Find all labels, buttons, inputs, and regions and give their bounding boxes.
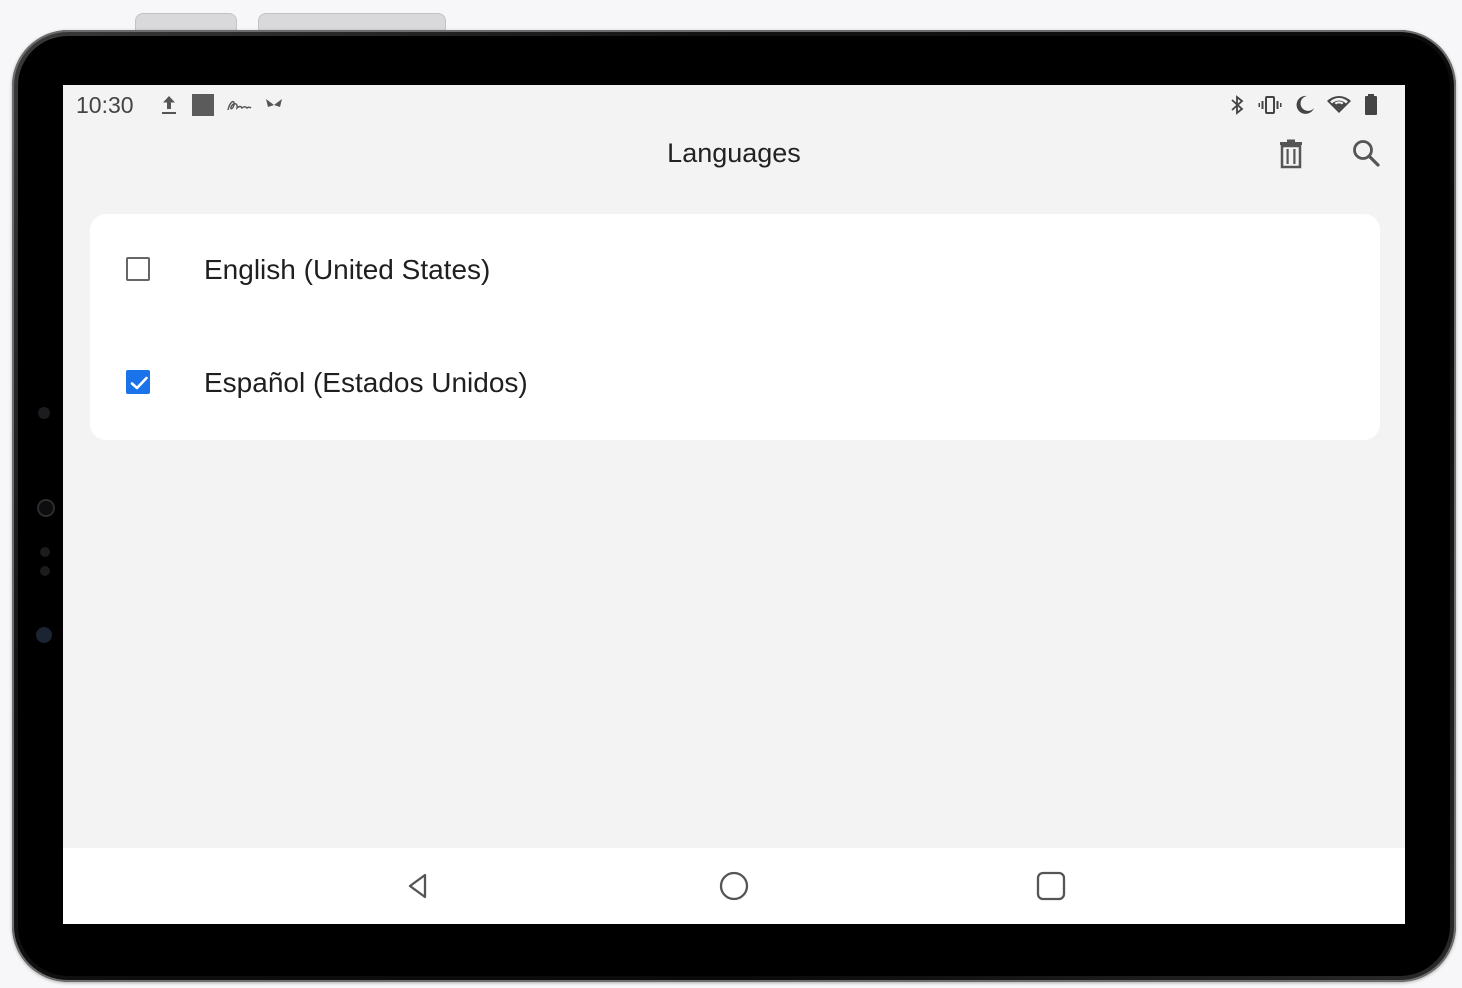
trash-icon[interactable] [1274, 137, 1308, 171]
status-bar: 10:30 [63, 85, 1405, 125]
light-sensor [40, 547, 50, 557]
recents-icon[interactable] [1033, 868, 1069, 904]
camera-sensor [38, 407, 50, 419]
battery-icon [1365, 94, 1377, 115]
navigation-bar [63, 848, 1405, 924]
page-title: Languages [667, 138, 801, 168]
language-item-espanol[interactable]: Español (Estados Unidos) [90, 327, 1380, 440]
upload-icon [162, 96, 176, 114]
language-item-english[interactable]: English (United States) [90, 214, 1380, 327]
language-label: Español (Estados Unidos) [204, 367, 528, 398]
home-icon[interactable] [716, 868, 752, 904]
checkbox-unchecked[interactable] [126, 257, 150, 281]
languages-list: English (United States) Español (Estados… [90, 214, 1380, 440]
wifi-icon [1327, 96, 1351, 113]
camera-lens [37, 499, 55, 517]
search-icon[interactable] [1350, 137, 1384, 171]
language-label: English (United States) [204, 254, 491, 285]
square-notification-icon [192, 94, 214, 116]
status-time: 10:30 [76, 92, 134, 118]
do-not-disturb-moon-icon [1296, 95, 1314, 114]
checkbox-checked[interactable] [126, 370, 150, 394]
proximity-sensor [40, 566, 50, 576]
bluetooth-icon [1231, 95, 1244, 115]
back-icon[interactable] [400, 868, 436, 904]
front-camera [36, 627, 52, 643]
butterfly-icon [266, 99, 282, 111]
signature-icon [227, 100, 252, 111]
device-screen: 10:30 Languages English (United States) … [63, 85, 1405, 924]
checkmark-icon [130, 376, 148, 390]
vibrate-icon [1258, 96, 1282, 114]
